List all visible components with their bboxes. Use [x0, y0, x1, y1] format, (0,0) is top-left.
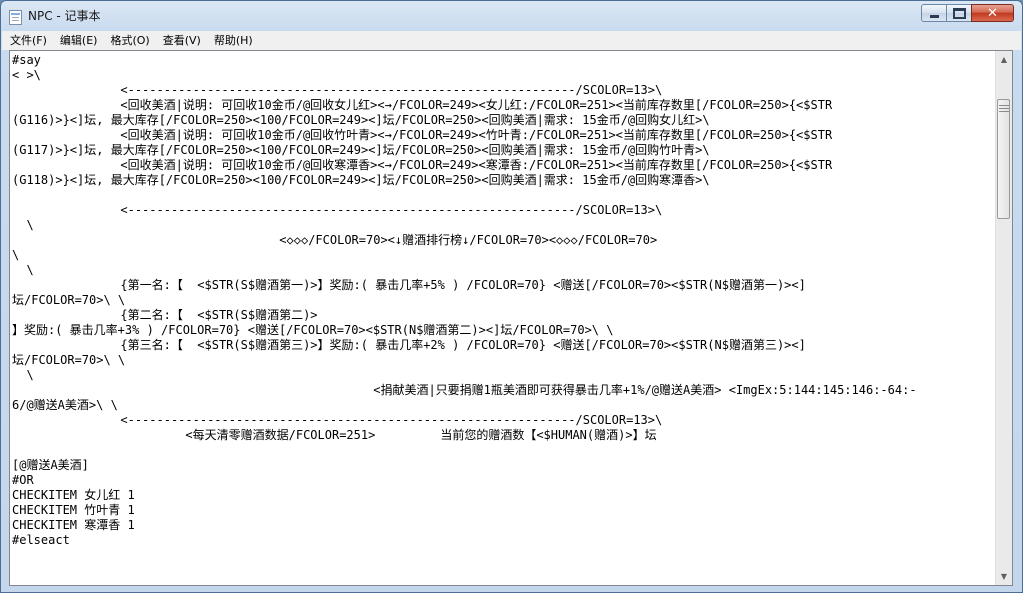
scrollbar-thumb[interactable] [997, 99, 1010, 219]
menu-format[interactable]: 格式(O) [105, 31, 154, 50]
scroll-down-arrow-icon[interactable]: ▼ [996, 568, 1012, 585]
window-title: NPC - 记事本 [28, 9, 101, 23]
editor-line: 坛/FCOLOR=70>\ \ [12, 293, 126, 307]
editor-line: <---------------------------------------… [12, 413, 663, 427]
editor-line: \ [12, 248, 20, 262]
editor-line: CHECKITEM 寒潭香 1 [12, 518, 135, 532]
close-button[interactable]: ✕ [971, 4, 1014, 22]
editor-line: <---------------------------------------… [12, 83, 663, 97]
editor-line: {第一名:【 <$STR(S$赠酒第一)>】奖励:( 暴击几率+5% ) /FC… [12, 278, 806, 292]
editor-text-content[interactable]: #say < >\ <------------------------------… [12, 53, 995, 585]
scroll-up-arrow-icon[interactable]: ▲ [996, 51, 1012, 68]
editor-line: #say [12, 53, 41, 67]
caption-buttons: ✕ [921, 4, 1014, 22]
notepad-window: NPC - 记事本 ✕ 文件(F) 编辑(E) 格式(O) 查看(V) 帮助(H… [0, 0, 1023, 593]
menu-bar: 文件(F) 编辑(E) 格式(O) 查看(V) 帮助(H) [2, 31, 1021, 50]
close-icon: ✕ [987, 5, 998, 21]
editor-line: \ [12, 218, 34, 232]
maximize-button[interactable] [946, 4, 972, 22]
editor-line: <每天清零赠酒数据/FCOLOR=251> 当前您的赠酒数【<$HUMAN(赠酒… [12, 428, 657, 442]
editor-line: \ [12, 263, 34, 277]
editor-line: ​ [12, 188, 995, 203]
text-editor[interactable]: #say < >\ <------------------------------… [9, 50, 1013, 586]
editor-line: <捐献美酒|只要捐赠1瓶美酒即可获得暴击几率+1%/@赠送A美酒> <ImgEx… [12, 383, 917, 397]
editor-line: <回收美酒|说明: 可回收10金币/@回收竹叶青><→/FCOLOR=249><… [12, 128, 833, 142]
maximize-icon [952, 7, 966, 19]
editor-line: [@赠送A美酒] [12, 458, 89, 472]
editor-line: <---------------------------------------… [12, 203, 663, 217]
minimize-button[interactable] [921, 4, 947, 22]
editor-line: \ [12, 368, 34, 382]
editor-line: <◇◇◇/FCOLOR=70><↓赠酒排行榜↓/FCOLOR=70><◇◇◇/F… [12, 233, 658, 247]
editor-line: {第二名:【 <$STR(S$赠酒第二)> [12, 308, 318, 322]
editor-line: #OR [12, 473, 34, 487]
menu-file[interactable]: 文件(F) [5, 31, 52, 50]
menu-edit[interactable]: 编辑(E) [55, 31, 103, 50]
minimize-icon [929, 14, 939, 18]
editor-line: <回收美酒|说明: 可回收10金币/@回收女儿红><→/FCOLOR=249><… [12, 98, 833, 112]
editor-line: (G118)>}<]坛, 最大库存[/FCOLOR=250><100/FCOLO… [12, 173, 710, 187]
editor-line: <回收美酒|说明: 可回收10金币/@回收寒潭香><→/FCOLOR=249><… [12, 158, 833, 172]
editor-line: ​ [12, 443, 995, 458]
editor-line: CHECKITEM 女儿红 1 [12, 488, 135, 502]
editor-line: (G117)>}<]坛, 最大库存[/FCOLOR=250><100/FCOLO… [12, 143, 710, 157]
editor-line: < >\ [12, 68, 41, 82]
vertical-scrollbar[interactable]: ▲ ▼ [995, 51, 1012, 585]
editor-line: #elseact [12, 533, 70, 547]
notepad-icon [9, 10, 22, 25]
scrollbar-grip-icon [999, 105, 1009, 112]
menu-help[interactable]: 帮助(H) [209, 31, 258, 50]
menu-view[interactable]: 查看(V) [158, 31, 206, 50]
editor-line: (G116)>}<]坛, 最大库存[/FCOLOR=250><100/FCOLO… [12, 113, 710, 127]
editor-line: {第三名:【 <$STR(S$赠酒第三)>】奖励:( 暴击几率+2% ) /FC… [12, 338, 806, 352]
editor-line: 坛/FCOLOR=70>\ \ [12, 353, 126, 367]
editor-line: CHECKITEM 竹叶青 1 [12, 503, 135, 517]
title-bar[interactable]: NPC - 记事本 ✕ [1, 1, 1022, 31]
editor-line: 】奖励:( 暴击几率+3% ) /FCOLOR=70} <赠送[/FCOLOR=… [12, 323, 614, 337]
editor-line: 6/@赠送A美酒>\ \ [12, 398, 118, 412]
